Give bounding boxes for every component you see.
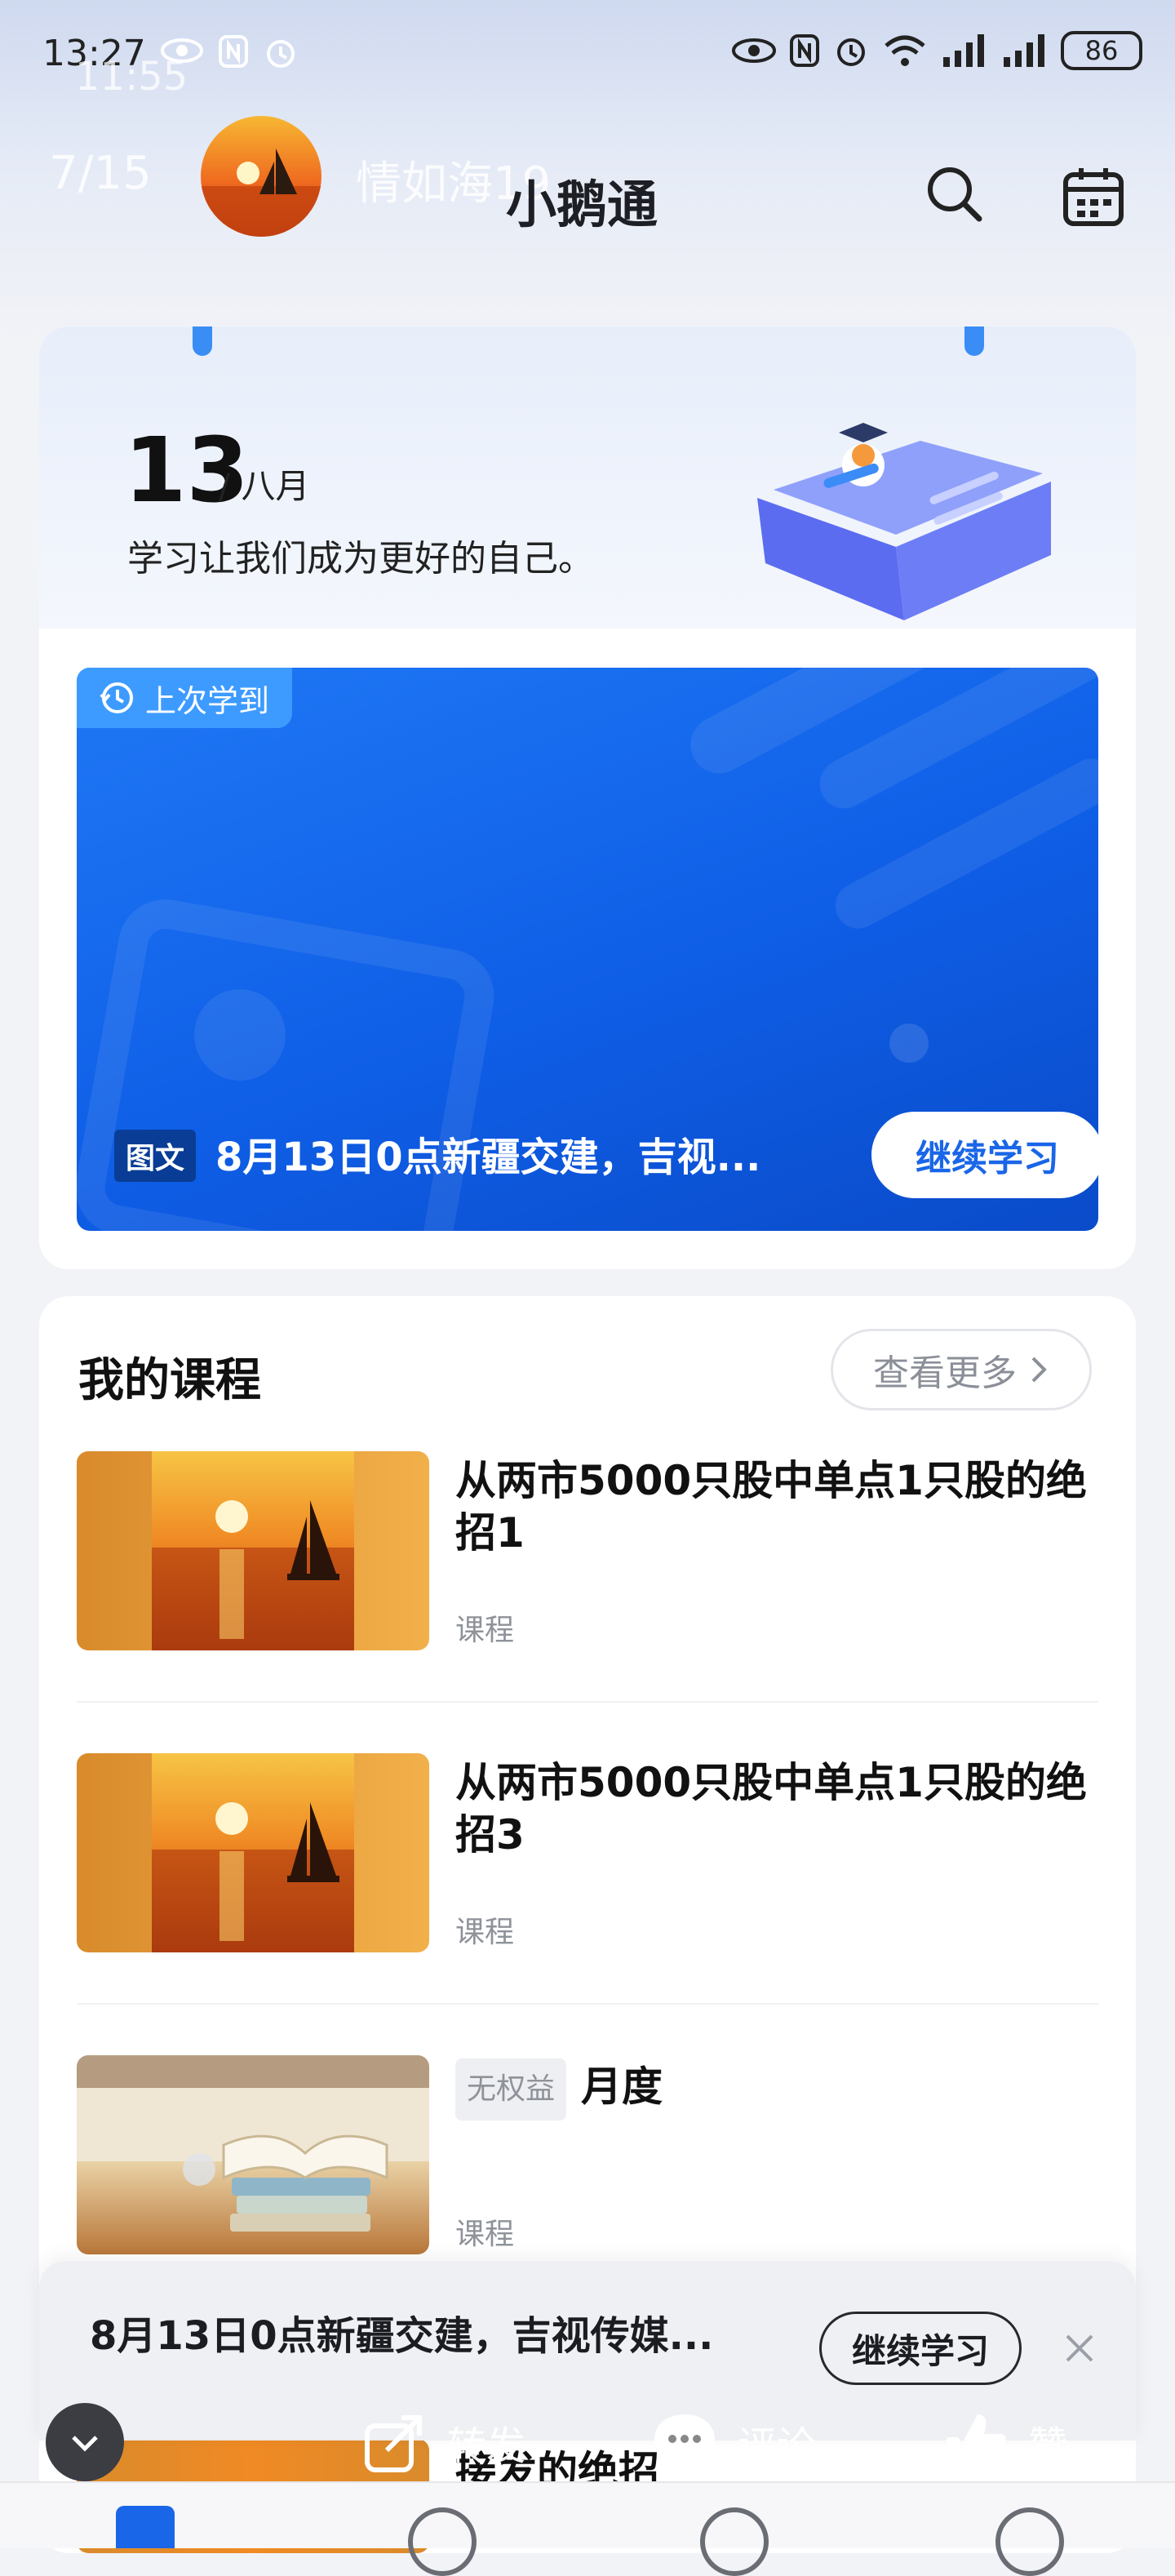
daily-motto: 学习让我们成为更好的自己。 [127, 538, 594, 580]
search-button[interactable] [922, 162, 987, 227]
tab-message-icon[interactable] [700, 2507, 769, 2576]
see-more-label: 查看更多 [873, 1352, 1017, 1394]
divider [77, 1701, 1098, 1703]
course-thumbnail [77, 1753, 429, 1952]
binder-pin-right [964, 326, 984, 356]
course-type-label: 课程 [455, 1916, 515, 1949]
like-button[interactable]: 赞 [943, 2409, 1067, 2475]
wifi-icon [885, 35, 925, 66]
signal-icon-2 [1004, 34, 1044, 67]
share-label: 转发 [447, 2423, 526, 2469]
date-header: 13 / 八月 学习让我们成为更好的自己。 [39, 326, 1136, 628]
date-month: / 八月 [219, 466, 310, 506]
course-type-label: 课程 [455, 1614, 515, 1647]
chevron-down-icon [72, 2436, 98, 2452]
status-right-icons: 86 [731, 31, 1142, 70]
last-learned-label: 上次学到 [145, 682, 270, 719]
close-button[interactable] [1059, 2328, 1100, 2369]
last-learned-banner[interactable]: 上次学到 图文 8月13日0点新疆交建，吉视... 继续学习 [77, 668, 1098, 1231]
continue-bar-title: 8月13日0点新疆交建，吉视传媒... [90, 2313, 714, 2359]
course-title: 月度 [581, 2063, 663, 2111]
course-title-row: 无权益 月度 [455, 2059, 1100, 2121]
status-bar: 13:27 11:55 86 [0, 0, 1175, 106]
share-button[interactable]: 转发 [362, 2409, 525, 2475]
comment-label: 评论 [738, 2423, 817, 2469]
content-type-badge: 图文 [114, 1130, 197, 1182]
eye-status-icon [732, 38, 776, 63]
share-action-bar: 转发 评论 赞 [0, 2400, 1175, 2489]
nfc-status-icon [790, 34, 819, 67]
page-counter: 7/15 [49, 147, 152, 200]
search-icon [928, 167, 982, 222]
course-item[interactable]: 无权益 月度 课程 [77, 2055, 1098, 2284]
course-title: 从两市5000只股中单点1只股的绝招1 [455, 1457, 1087, 1557]
status-left-icons [160, 34, 299, 70]
history-icon [100, 682, 133, 713]
no-rights-badge: 无权益 [455, 2059, 567, 2121]
comment-button[interactable]: 评论 [651, 2409, 816, 2475]
course-type-label: 课程 [455, 2218, 515, 2251]
books-photo-image [77, 2055, 429, 2254]
course-thumbnail [77, 2055, 429, 2254]
course-thumbnail [77, 1451, 429, 1650]
battery-indicator: 86 [1061, 31, 1142, 70]
calendar-icon [1063, 168, 1124, 226]
close-icon [1066, 2334, 1093, 2362]
alarm-status-icon [837, 38, 865, 66]
section-title: 我的课程 [78, 1354, 261, 1407]
avatar[interactable] [201, 116, 321, 237]
calendar-button[interactable] [1061, 165, 1126, 230]
course-title: 从两市5000只股中单点1只股的绝招3 [455, 1759, 1087, 1859]
eye-icon [161, 38, 203, 63]
signal-icon-1 [943, 34, 984, 67]
tab-community-icon[interactable] [408, 2507, 477, 2576]
tab-profile-icon[interactable] [995, 2507, 1064, 2576]
book-illustration-icon [757, 423, 1051, 620]
continue-bar-button[interactable]: 继续学习 [819, 2312, 1022, 2385]
continue-learning-button[interactable]: 继续学习 [871, 1112, 1098, 1198]
binder-pin-left [193, 326, 212, 356]
tab-study-icon[interactable] [116, 2506, 175, 2548]
collapse-button[interactable] [46, 2403, 124, 2481]
chevron-right-icon [1031, 1357, 1047, 1383]
last-learned-title: 8月13日0点新疆交建，吉视... [215, 1135, 761, 1180]
course-item[interactable]: 从两市5000只股中单点1只股的绝招3 课程 [77, 1753, 1098, 1982]
like-label: 赞 [1028, 2423, 1068, 2469]
top-navigation: 7/15 情如海19 小鹅通 [0, 114, 1175, 245]
bottom-tab-bar [0, 2481, 1175, 2576]
last-learned-tag: 上次学到 [77, 668, 293, 728]
sunset-painting-image [77, 1451, 429, 1650]
share-icon [365, 2415, 422, 2472]
sunset-painting-image [77, 1753, 429, 1952]
app-title: 小鹅通 [506, 175, 658, 234]
see-more-button[interactable]: 查看更多 [831, 1329, 1092, 1410]
sunset-avatar-image [201, 116, 321, 237]
nfc-icon [219, 35, 248, 68]
course-item[interactable]: 从两市5000只股中单点1只股的绝招1 课程 [77, 1451, 1098, 1680]
divider [77, 2003, 1098, 2005]
thumbs-up-icon [947, 2414, 1006, 2472]
alarm-icon [267, 40, 295, 68]
date-card: 13 / 八月 学习让我们成为更好的自己。 上次学到 图文 8月13日0点新疆交… [39, 326, 1136, 1269]
comment-icon [654, 2414, 715, 2470]
